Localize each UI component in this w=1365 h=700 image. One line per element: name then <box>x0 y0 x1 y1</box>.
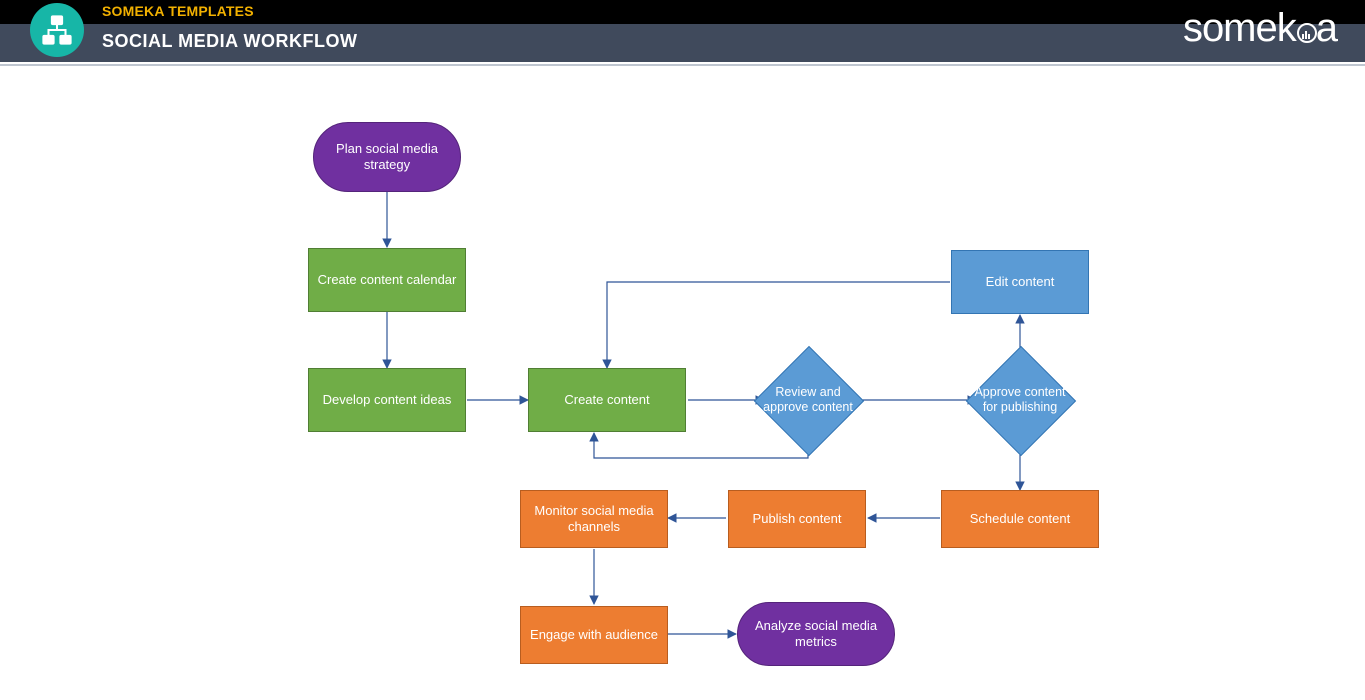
node-label: Review and approve content <box>754 385 862 415</box>
node-publish-content[interactable]: Publish content <box>728 490 866 548</box>
node-edit-content[interactable]: Edit content <box>951 250 1089 314</box>
node-label: Approve content for publishing <box>966 385 1074 415</box>
node-label: Engage with audience <box>530 627 658 643</box>
someka-logo: somek a <box>1183 6 1337 51</box>
brand-small-label: SOMEKA TEMPLATES <box>102 3 254 19</box>
node-label: Monitor social media channels <box>527 503 661 536</box>
page-title: SOCIAL MEDIA WORKFLOW <box>102 31 357 52</box>
node-label: Create content <box>564 392 649 408</box>
node-label: Schedule content <box>970 511 1070 527</box>
node-engage-audience[interactable]: Engage with audience <box>520 606 668 664</box>
node-monitor-channels[interactable]: Monitor social media channels <box>520 490 668 548</box>
logo-chart-icon <box>1297 23 1317 43</box>
node-review-approve[interactable]: Review and approve content <box>770 362 846 438</box>
node-label: Create content calendar <box>318 272 457 288</box>
node-create-calendar[interactable]: Create content calendar <box>308 248 466 312</box>
node-plan-strategy[interactable]: Plan social media strategy <box>313 122 461 192</box>
node-label: Analyze social media metrics <box>744 618 888 651</box>
node-schedule-content[interactable]: Schedule content <box>941 490 1099 548</box>
node-create-content[interactable]: Create content <box>528 368 686 432</box>
node-label: Publish content <box>753 511 842 527</box>
logo-text-right: a <box>1316 6 1337 51</box>
node-label: Develop content ideas <box>323 392 452 408</box>
node-develop-ideas[interactable]: Develop content ideas <box>308 368 466 432</box>
node-analyze-metrics[interactable]: Analyze social media metrics <box>737 602 895 666</box>
flowchart-icon <box>30 3 84 57</box>
page-root: SOMEKA TEMPLATES SOCIAL MEDIA WORKFLOW s… <box>0 0 1365 700</box>
node-label: Edit content <box>986 274 1055 290</box>
logo-text-left: somek <box>1183 6 1296 51</box>
node-approve-publishing[interactable]: Approve content for publishing <box>982 362 1058 438</box>
flowchart-canvas: Plan social media strategy Create conten… <box>0 66 1365 700</box>
node-label: Plan social media strategy <box>320 141 454 174</box>
